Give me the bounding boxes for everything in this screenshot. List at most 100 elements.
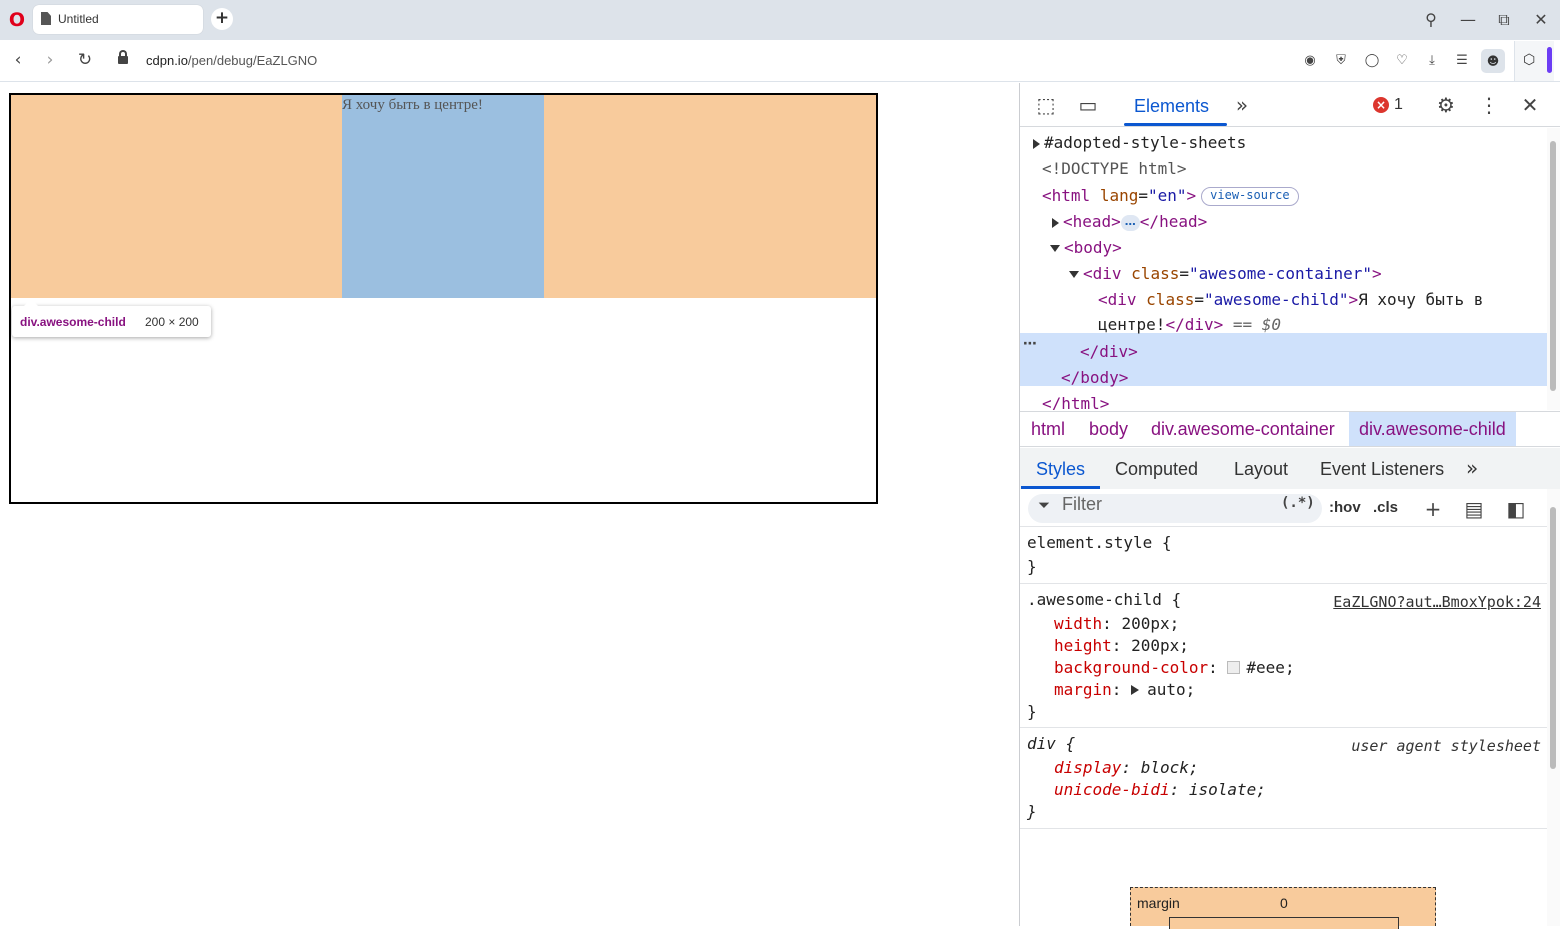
tab-event-listeners[interactable]: Event Listeners xyxy=(1320,459,1444,480)
css-prop-height[interactable]: height: 200px; xyxy=(1054,635,1189,657)
dom-node-html-close[interactable]: </html> xyxy=(1042,391,1109,410)
dom-node-body-close[interactable]: </body> xyxy=(1061,365,1128,391)
paint-brush-icon[interactable]: ▤ xyxy=(1461,497,1487,521)
css-prop-unicode-bidi[interactable]: unicode-bidi: isolate; xyxy=(1054,779,1266,801)
breadcrumb: html body div.awesome-container div.awes… xyxy=(1020,411,1560,447)
device-toggle-icon[interactable]: ▭ xyxy=(1074,93,1102,117)
shield-icon[interactable]: ⛨ xyxy=(1331,51,1351,71)
breadcrumb-html[interactable]: html xyxy=(1031,419,1065,440)
styles-subtabs: Styles Computed Layout Event Listeners » xyxy=(1020,448,1560,489)
breadcrumb-child[interactable]: div.awesome-child xyxy=(1349,412,1516,446)
expand-triangle-icon[interactable] xyxy=(1052,217,1059,228)
collapse-triangle-icon[interactable] xyxy=(1050,245,1060,252)
prop-name: display xyxy=(1054,758,1122,777)
close-brace: } xyxy=(1027,802,1037,821)
inspect-element-icon[interactable]: ⬚ xyxy=(1032,93,1060,117)
breadcrumb-container[interactable]: div.awesome-container xyxy=(1151,419,1335,440)
css-prop-display[interactable]: display: block; xyxy=(1054,757,1199,779)
expand-triangle-icon[interactable] xyxy=(1033,138,1040,149)
search-icon[interactable]: ⚲ xyxy=(1420,9,1442,31)
extensions-icon[interactable]: ⬡ xyxy=(1523,52,1535,68)
row-options-icon[interactable]: ⋯ xyxy=(1023,336,1037,352)
error-icon[interactable]: × xyxy=(1373,97,1389,113)
forward-icon[interactable]: › xyxy=(38,48,62,72)
head-ellipsis[interactable]: … xyxy=(1120,215,1140,231)
expand-shorthand-icon[interactable] xyxy=(1131,685,1140,695)
close-devtools-icon[interactable]: ✕ xyxy=(1516,93,1544,117)
easy-setup-icon[interactable]: ☰ xyxy=(1452,51,1472,71)
class-attr: class xyxy=(1131,264,1180,283)
head-close: </head> xyxy=(1139,212,1208,231)
prop-value: block; xyxy=(1140,758,1199,777)
toggle-sidebar-icon[interactable]: ◧ xyxy=(1503,497,1529,521)
browser-tab[interactable]: Untitled xyxy=(33,5,203,34)
rule1-source-link[interactable]: EaZLGNO?aut…BmoxYpok:24 xyxy=(1333,591,1541,613)
cls-button[interactable]: .cls xyxy=(1373,499,1398,516)
view-source-badge[interactable]: view-source xyxy=(1201,187,1299,206)
styles-filter-input[interactable] xyxy=(1062,493,1272,515)
rule-separator xyxy=(1020,727,1547,728)
reload-icon[interactable]: ↻ xyxy=(73,48,97,72)
close-window-icon[interactable]: ✕ xyxy=(1530,9,1552,31)
dom-scrollbar-thumb[interactable] xyxy=(1550,141,1556,391)
restore-icon[interactable]: ⧉ xyxy=(1493,9,1515,31)
tab-layout[interactable]: Layout xyxy=(1234,459,1288,480)
css-prop-margin[interactable]: margin: auto; xyxy=(1054,679,1195,701)
sidebar-accent xyxy=(1547,47,1552,73)
opera-logo-icon[interactable]: O xyxy=(8,10,26,30)
dom-node-adopted[interactable]: #adopted-style-sheets xyxy=(1033,130,1246,156)
rule2-selector[interactable]: div { xyxy=(1027,733,1075,755)
hov-button[interactable]: :hov xyxy=(1329,499,1361,516)
dom-node-container-close[interactable]: </div> xyxy=(1080,339,1138,365)
settings-gear-icon[interactable]: ⚙ xyxy=(1432,93,1460,117)
new-tab-button[interactable]: + xyxy=(211,8,233,30)
dom-node-html[interactable]: <html lang="en"> view-source xyxy=(1042,183,1299,209)
download-icon[interactable]: ⤓ xyxy=(1422,51,1442,71)
dom-node-child[interactable]: <div class="awesome-child">Я хочу быть в xyxy=(1098,287,1483,313)
dom-node-head[interactable]: <head>… </head> xyxy=(1052,209,1207,235)
regex-toggle[interactable]: (.*) xyxy=(1281,495,1315,511)
active-tab-indicator xyxy=(1124,123,1227,126)
minimize-icon[interactable]: — xyxy=(1457,9,1479,31)
back-icon[interactable]: ‹ xyxy=(6,48,30,72)
styles-scrollbar-thumb[interactable] xyxy=(1550,507,1556,769)
heart-icon[interactable]: ♡ xyxy=(1392,51,1412,71)
kebab-menu-icon[interactable]: ⋮ xyxy=(1475,93,1503,117)
more-tabs-icon[interactable]: » xyxy=(1228,93,1256,117)
body-open: <body> xyxy=(1064,238,1122,257)
collapse-triangle-icon[interactable] xyxy=(1069,271,1079,278)
html-tag: <html xyxy=(1042,186,1091,205)
class-value: "awesome-child" xyxy=(1203,290,1349,309)
tab-styles[interactable]: Styles xyxy=(1036,459,1085,480)
url-field[interactable]: cdpn.io/pen/debug/EaZLGNO xyxy=(146,53,317,68)
prop-name: width xyxy=(1054,614,1103,633)
more-subtabs-icon[interactable]: » xyxy=(1466,456,1478,480)
div-open: <div xyxy=(1083,264,1122,283)
css-prop-width[interactable]: width: 200px; xyxy=(1054,613,1179,635)
prop-colon: : xyxy=(1121,758,1132,777)
new-rule-icon[interactable]: + xyxy=(1420,497,1446,521)
close-brace: } xyxy=(1027,557,1037,576)
dom-node-doctype[interactable]: <!DOCTYPE html> xyxy=(1042,156,1187,182)
lock-icon[interactable] xyxy=(118,50,128,64)
dom-node-body[interactable]: <body> xyxy=(1050,235,1122,261)
element-style-selector[interactable]: element.style { xyxy=(1027,532,1172,554)
profile-icon[interactable]: ☻ xyxy=(1481,49,1505,73)
document-icon xyxy=(41,12,51,25)
error-count[interactable]: 1 xyxy=(1394,96,1403,114)
tab-elements[interactable]: Elements xyxy=(1134,96,1209,117)
prop-name: background-color xyxy=(1054,658,1209,677)
camera-icon[interactable]: ◉ xyxy=(1300,51,1320,71)
tab-computed[interactable]: Computed xyxy=(1115,459,1198,480)
color-swatch-icon[interactable] xyxy=(1227,661,1241,674)
breadcrumb-body[interactable]: body xyxy=(1089,419,1128,440)
dom-node-container[interactable]: <div class="awesome-container"> xyxy=(1069,261,1382,287)
dom-node-child-cont[interactable]: центре!</div> == $0 xyxy=(1098,312,1281,338)
prop-value: #eee; xyxy=(1246,658,1295,677)
vpn-icon[interactable]: ◯ xyxy=(1362,51,1382,71)
css-prop-background-color[interactable]: background-color: #eee; xyxy=(1054,657,1295,679)
tab-title: Untitled xyxy=(58,12,99,26)
box-model-margin-value[interactable]: 0 xyxy=(1280,895,1288,911)
rule1-selector[interactable]: .awesome-child { xyxy=(1027,589,1181,611)
child-text: Я хочу быть в центре! xyxy=(342,97,483,113)
